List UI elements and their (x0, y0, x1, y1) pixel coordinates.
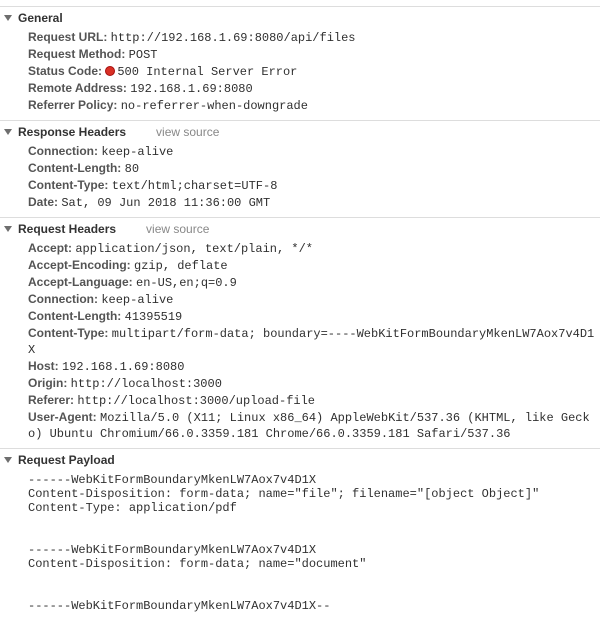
header-value: 500 Internal Server Error (117, 65, 297, 79)
view-source-link[interactable]: view source (156, 125, 219, 139)
header-value: Mozilla/5.0 (X11; Linux x86_64) AppleWeb… (28, 411, 590, 441)
header-value: multipart/form-data; boundary=----WebKit… (28, 327, 594, 357)
header-entry: User-Agent: Mozilla/5.0 (X11; Linux x86_… (28, 409, 598, 442)
section-request-headers: Request Headers view source Accept: appl… (0, 217, 600, 448)
header-value: http://localhost:3000 (71, 377, 222, 391)
header-value: http://192.168.1.69:8080/api/files (111, 31, 356, 45)
header-label: Connection: (28, 292, 101, 306)
header-label: Content-Type: (28, 178, 112, 192)
header-label: Referer: (28, 393, 77, 407)
header-value: POST (129, 48, 158, 62)
section-header-request-payload[interactable]: Request Payload (0, 451, 600, 471)
section-header-request-headers[interactable]: Request Headers view source (0, 220, 600, 240)
header-label: Connection: (28, 144, 101, 158)
response-headers-entries: Connection: keep-aliveContent-Length: 80… (0, 143, 600, 217)
header-entry: Content-Type: text/html;charset=UTF-8 (28, 177, 598, 194)
header-label: Request Method: (28, 47, 129, 61)
header-value: text/html;charset=UTF-8 (112, 179, 278, 193)
header-value: keep-alive (101, 145, 173, 159)
section-header-response-headers[interactable]: Response Headers view source (0, 123, 600, 143)
chevron-down-icon[interactable] (4, 15, 12, 21)
header-label: Content-Length: (28, 309, 125, 323)
header-entry: Status Code: 500 Internal Server Error (28, 63, 598, 80)
header-entry: Accept: application/json, text/plain, */… (28, 240, 598, 257)
header-label: Remote Address: (28, 81, 130, 95)
header-entry: Connection: keep-alive (28, 143, 598, 160)
header-label: Content-Type: (28, 326, 112, 340)
header-label: Accept-Language: (28, 275, 136, 289)
section-title: Request Headers (18, 222, 116, 236)
request-payload-body: ------WebKitFormBoundaryMkenLW7Aox7v4D1X… (0, 471, 600, 619)
section-title: Request Payload (18, 453, 115, 467)
header-entry: Request Method: POST (28, 46, 598, 63)
header-entry: Content-Type: multipart/form-data; bound… (28, 325, 598, 358)
request-headers-entries: Accept: application/json, text/plain, */… (0, 240, 600, 448)
section-title: Response Headers (18, 125, 126, 139)
header-entry: Remote Address: 192.168.1.69:8080 (28, 80, 598, 97)
section-title: General (18, 11, 63, 25)
header-label: Content-Length: (28, 161, 125, 175)
header-label: Date: (28, 195, 61, 209)
header-value: application/json, text/plain, */* (75, 242, 313, 256)
header-entry: Request URL: http://192.168.1.69:8080/ap… (28, 29, 598, 46)
section-general: General Request URL: http://192.168.1.69… (0, 6, 600, 120)
header-entry: Accept-Encoding: gzip, deflate (28, 257, 598, 274)
header-label: Referrer Policy: (28, 98, 121, 112)
header-value: 80 (125, 162, 139, 176)
section-request-payload: Request Payload ------WebKitFormBoundary… (0, 448, 600, 619)
header-value: no-referrer-when-downgrade (121, 99, 308, 113)
general-entries: Request URL: http://192.168.1.69:8080/ap… (0, 29, 600, 120)
header-entry: Referer: http://localhost:3000/upload-fi… (28, 392, 598, 409)
header-value: en-US,en;q=0.9 (136, 276, 237, 290)
header-label: Accept: (28, 241, 75, 255)
chevron-down-icon[interactable] (4, 457, 12, 463)
header-entry: Content-Length: 41395519 (28, 308, 598, 325)
chevron-down-icon[interactable] (4, 226, 12, 232)
header-label: User-Agent: (28, 410, 100, 424)
header-entry: Host: 192.168.1.69:8080 (28, 358, 598, 375)
header-label: Request URL: (28, 30, 111, 44)
header-entry: Connection: keep-alive (28, 291, 598, 308)
header-value: 41395519 (125, 310, 183, 324)
chevron-down-icon[interactable] (4, 129, 12, 135)
header-value: Sat, 09 Jun 2018 11:36:00 GMT (61, 196, 270, 210)
status-error-icon (105, 66, 115, 76)
header-label: Host: (28, 359, 62, 373)
header-value: 192.168.1.69:8080 (62, 360, 184, 374)
section-response-headers: Response Headers view source Connection:… (0, 120, 600, 217)
header-label: Accept-Encoding: (28, 258, 134, 272)
header-entry: Origin: http://localhost:3000 (28, 375, 598, 392)
header-label: Origin: (28, 376, 71, 390)
header-label: Status Code: (28, 64, 105, 78)
header-value: 192.168.1.69:8080 (130, 82, 252, 96)
header-entry: Content-Length: 80 (28, 160, 598, 177)
header-value: gzip, deflate (134, 259, 228, 273)
header-value: http://localhost:3000/upload-file (77, 394, 315, 408)
header-entry: Accept-Language: en-US,en;q=0.9 (28, 274, 598, 291)
view-source-link[interactable]: view source (146, 222, 209, 236)
header-entry: Referrer Policy: no-referrer-when-downgr… (28, 97, 598, 114)
header-entry: Date: Sat, 09 Jun 2018 11:36:00 GMT (28, 194, 598, 211)
header-value: keep-alive (101, 293, 173, 307)
section-header-general[interactable]: General (0, 9, 600, 29)
